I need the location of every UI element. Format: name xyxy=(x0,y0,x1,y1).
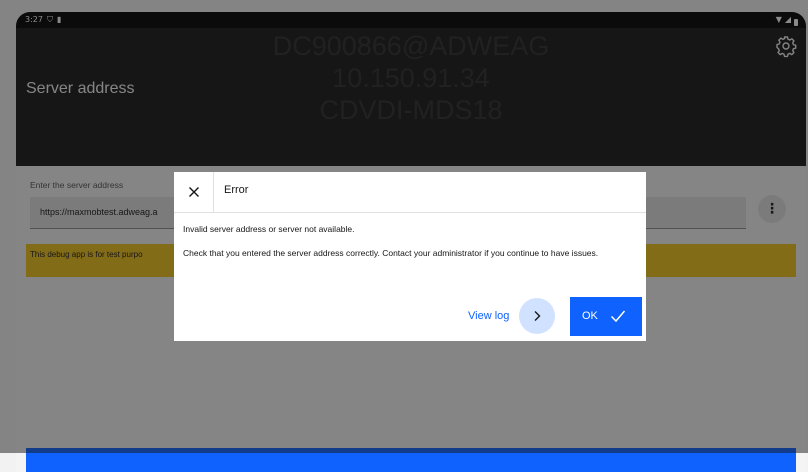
error-help-text: Check that you entered the server addres… xyxy=(183,248,599,258)
close-button[interactable] xyxy=(174,172,214,212)
dialog-title: Error xyxy=(224,184,249,196)
view-log-link[interactable]: View log xyxy=(468,310,509,322)
error-dialog: Error Invalid server address or server n… xyxy=(174,172,646,341)
dialog-header: Error xyxy=(174,172,646,213)
checkmark-icon xyxy=(610,310,626,323)
ok-button-label: OK xyxy=(582,310,598,322)
ok-button[interactable]: OK xyxy=(570,297,642,336)
chevron-right-icon xyxy=(534,311,541,321)
close-icon xyxy=(188,187,199,197)
view-log-button[interactable] xyxy=(519,298,555,334)
error-message: Invalid server address or server not ava… xyxy=(183,224,355,234)
